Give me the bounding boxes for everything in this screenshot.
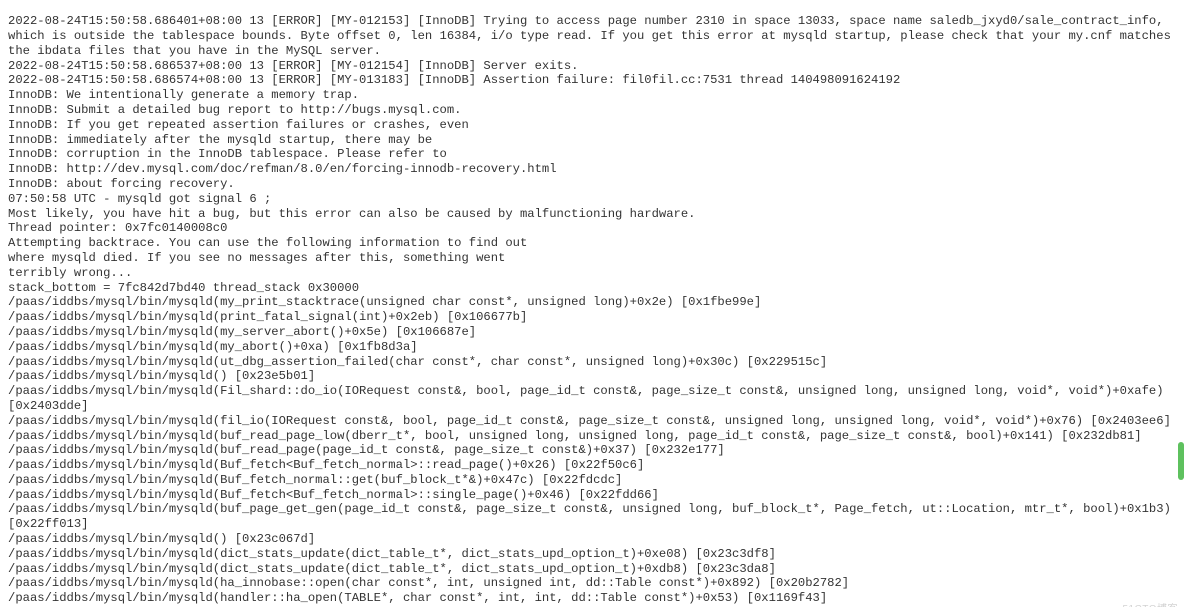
scroll-indicator[interactable] (1178, 442, 1184, 480)
watermark: 51CTO博客 (1122, 600, 1178, 607)
log-output: 2022-08-24T15:50:58.686401+08:00 13 [ERR… (0, 12, 1184, 607)
